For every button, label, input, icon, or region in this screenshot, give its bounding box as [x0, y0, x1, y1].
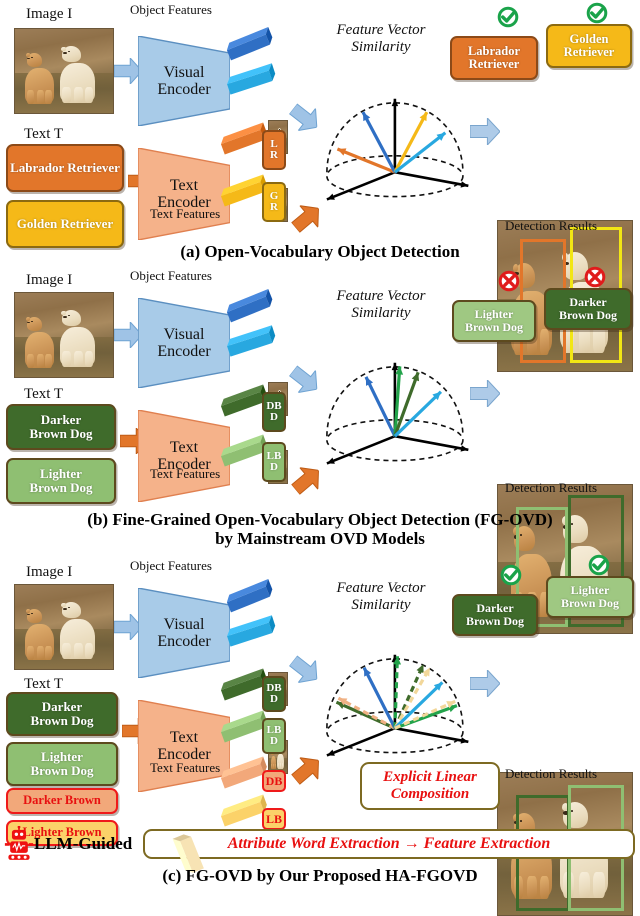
text-feature-token-0[interactable]: DB D — [262, 676, 286, 712]
detection-label-0[interactable]: Labrador Retriever — [450, 36, 538, 80]
detection-label-0[interactable]: Lighter Brown Dog — [452, 300, 536, 342]
panel-b: Image I Text T Darker Brown Dog Lighter Brown… — [0, 266, 640, 634]
object-features-label: Object Features — [130, 268, 212, 283]
text-feature-token-0[interactable]: LR — [262, 130, 286, 170]
attribute-pipeline-text: Attribute Word Extraction → Feature Extr… — [227, 835, 551, 852]
vector-similarity-plot-b — [326, 362, 469, 465]
object-features-label: Object Features — [130, 2, 212, 17]
arrow-similarity-to-detection — [470, 380, 500, 407]
detection-label-1-text: Darker Brown Dog — [558, 295, 618, 322]
detection-results-label: Detection Results — [505, 480, 598, 495]
visual-encoder: Visual Encoder — [138, 298, 230, 388]
text-prompt-2[interactable]: Darker Brown — [6, 788, 118, 814]
dog-tan — [24, 52, 55, 104]
text-prompt-1-text: Lighter Brown Dog — [29, 466, 93, 495]
caption-panel-b: (b) Fine-Grained Open-Vocabulary Object … — [0, 510, 640, 548]
text-input-label: Text T — [24, 386, 64, 402]
arrow-similarity-to-detection — [470, 670, 500, 697]
text-prompt-0-text: Labrador Retriever — [10, 160, 120, 176]
image-input-label: Image I — [26, 6, 73, 22]
text-feature-token-3[interactable]: LB — [262, 808, 286, 830]
detection-status-check-icon-1 — [588, 554, 610, 576]
detection-label-1[interactable]: Darker Brown Dog — [544, 288, 632, 330]
text-feature-token-0[interactable]: DB D — [262, 392, 286, 432]
attribute-pipeline-box: Attribute Word Extraction → Feature Extr… — [143, 829, 635, 859]
detection-status-cross-icon-1 — [584, 266, 606, 288]
text-prompt-0[interactable]: Darker Brown Dog — [6, 692, 118, 736]
detection-status-cross-icon-0 — [498, 270, 520, 292]
text-prompt-1-text: Lighter Brown Dog — [30, 749, 94, 778]
dog-tan — [24, 316, 55, 368]
visual-encoder-label: Visual Encoder — [157, 63, 211, 98]
visual-encoder: Visual Encoder — [138, 588, 230, 678]
text-prompt-0-text: Darker Brown Dog — [30, 699, 94, 728]
text-input-label: Text T — [24, 126, 64, 142]
text-encoder-label: Text Encoder — [157, 176, 211, 211]
detection-status-check-icon-0 — [497, 6, 519, 28]
text-feature-token-1[interactable]: LB D — [262, 442, 286, 482]
text-prompt-1[interactable]: Lighter Brown Dog — [6, 742, 118, 786]
visual-encoder: Visual Encoder — [138, 36, 230, 126]
text-prompt-1[interactable]: Lighter Brown Dog — [6, 458, 116, 504]
text-prompt-1[interactable]: Golden Retriever — [6, 200, 124, 248]
feature-vector-similarity-label: Feature Vector Similarity — [336, 580, 426, 613]
caption-panel-b-line1: (b) Fine-Grained Open-Vocabulary Object … — [87, 510, 553, 529]
visual-encoder-label: Visual Encoder — [157, 325, 211, 360]
caption-panel-c: (c) FG-OVD by Our Proposed HA-FGOVD — [162, 866, 478, 885]
detection-results-label: Detection Results — [505, 218, 598, 233]
object-features-label: Object Features — [130, 558, 212, 573]
image-input-label: Image I — [26, 272, 73, 288]
llm-guided-label: LLM-Guided — [34, 834, 133, 853]
detection-results-label: Detection Results — [505, 766, 598, 781]
detection-label-1[interactable]: Golden Retriever — [546, 24, 632, 68]
detection-label-1[interactable]: Lighter Brown Dog — [546, 576, 634, 618]
dog-cream — [60, 310, 96, 367]
image-input-label: Image I — [26, 564, 73, 580]
text-encoder: Text Encoder — [138, 700, 230, 792]
dog-cream — [60, 602, 96, 659]
text-prompt-0[interactable]: Labrador Retriever — [6, 144, 124, 192]
text-encoder-label: Text Encoder — [157, 728, 211, 763]
detection-label-1-text: Golden Retriever — [563, 31, 615, 59]
panel-a: Image I Text T Labrador Retriever Golden Re… — [0, 0, 640, 372]
detection-status-check-icon-0 — [500, 564, 522, 586]
input-image-photo — [14, 28, 114, 114]
text-feature-token-2[interactable]: DB — [262, 770, 286, 792]
text-input-label: Text T — [24, 676, 64, 692]
robot-icon — [4, 826, 34, 860]
text-encoder-label: Text Encoder — [157, 438, 211, 473]
text-encoder: Text Encoder — [138, 148, 230, 240]
detection-label-1-text: Lighter Brown Dog — [560, 583, 620, 610]
text-feature-token-1[interactable]: GR — [262, 182, 286, 222]
detection-status-check-icon-1 — [586, 2, 608, 24]
explicit-linear-composition-box: Explicit Linear Composition — [360, 762, 500, 810]
vector-similarity-plot-a — [326, 98, 469, 201]
explicit-linear-composition-text: Explicit Linear Composition — [383, 769, 477, 802]
vector-similarity-plot-c — [326, 654, 469, 757]
caption-panel-a: (a) Open-Vocabulary Object Detection — [180, 242, 460, 261]
visual-encoder-label: Visual Encoder — [157, 615, 211, 650]
feature-vector-similarity-label: Feature Vector Similarity — [336, 288, 426, 321]
text-prompt-1-text: Golden Retriever — [16, 216, 114, 232]
input-image-photo — [14, 584, 114, 670]
panel-c: Image I Text T Darker Brown Dog Lighter Brown… — [0, 554, 640, 916]
input-image-photo — [14, 292, 114, 378]
feature-vector-similarity-label: Feature Vector Similarity — [336, 22, 426, 55]
text-encoder: Text Encoder — [138, 410, 230, 502]
caption-panel-b-line2: by Mainstream OVD Models — [215, 529, 425, 549]
arrow-similarity-to-detection — [470, 118, 500, 145]
text-prompt-2-text: Darker Brown — [23, 793, 101, 808]
text-prompt-0[interactable]: Darker Brown Dog — [6, 404, 116, 450]
detection-label-0-text: Darker Brown Dog — [465, 601, 525, 628]
detection-label-0-text: Labrador Retriever — [467, 43, 521, 71]
figure-root: Image I Text T Labrador Retriever Golden Re… — [0, 0, 640, 916]
text-prompt-0-text: Darker Brown Dog — [29, 412, 93, 441]
dog-cream — [60, 46, 96, 103]
detection-label-0-text: Lighter Brown Dog — [464, 307, 524, 334]
text-feature-token-1[interactable]: LB D — [262, 718, 286, 754]
dog-tan — [24, 608, 55, 660]
detection-label-0[interactable]: Darker Brown Dog — [452, 594, 538, 636]
